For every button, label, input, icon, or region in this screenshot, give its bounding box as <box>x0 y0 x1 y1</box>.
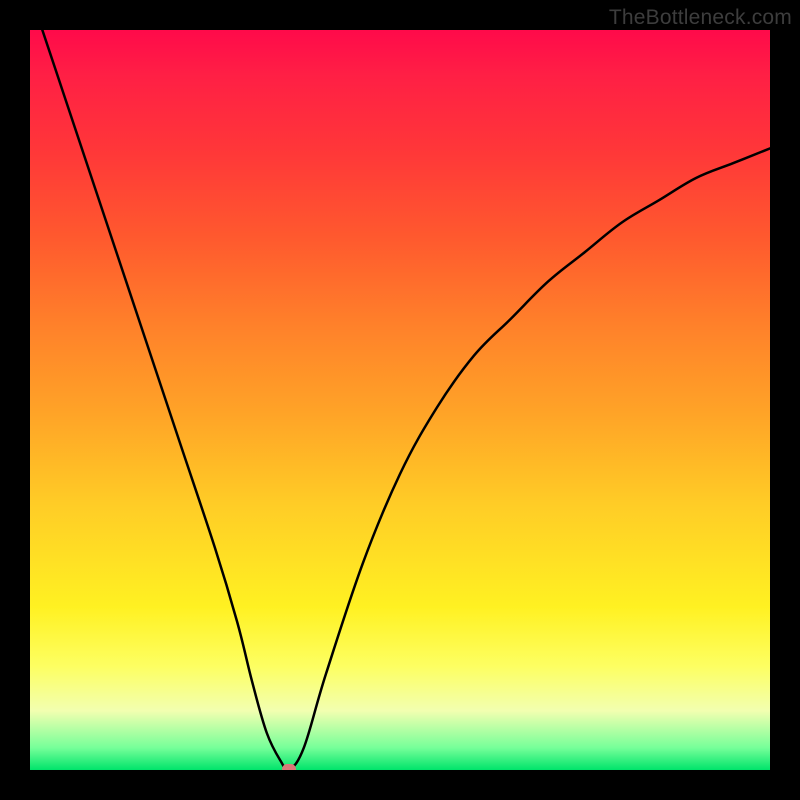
optimal-point-marker <box>282 764 296 770</box>
curve-path <box>30 30 770 770</box>
bottleneck-curve <box>30 30 770 770</box>
branding-watermark: TheBottleneck.com <box>609 6 792 30</box>
chart-plot-area <box>30 30 770 770</box>
